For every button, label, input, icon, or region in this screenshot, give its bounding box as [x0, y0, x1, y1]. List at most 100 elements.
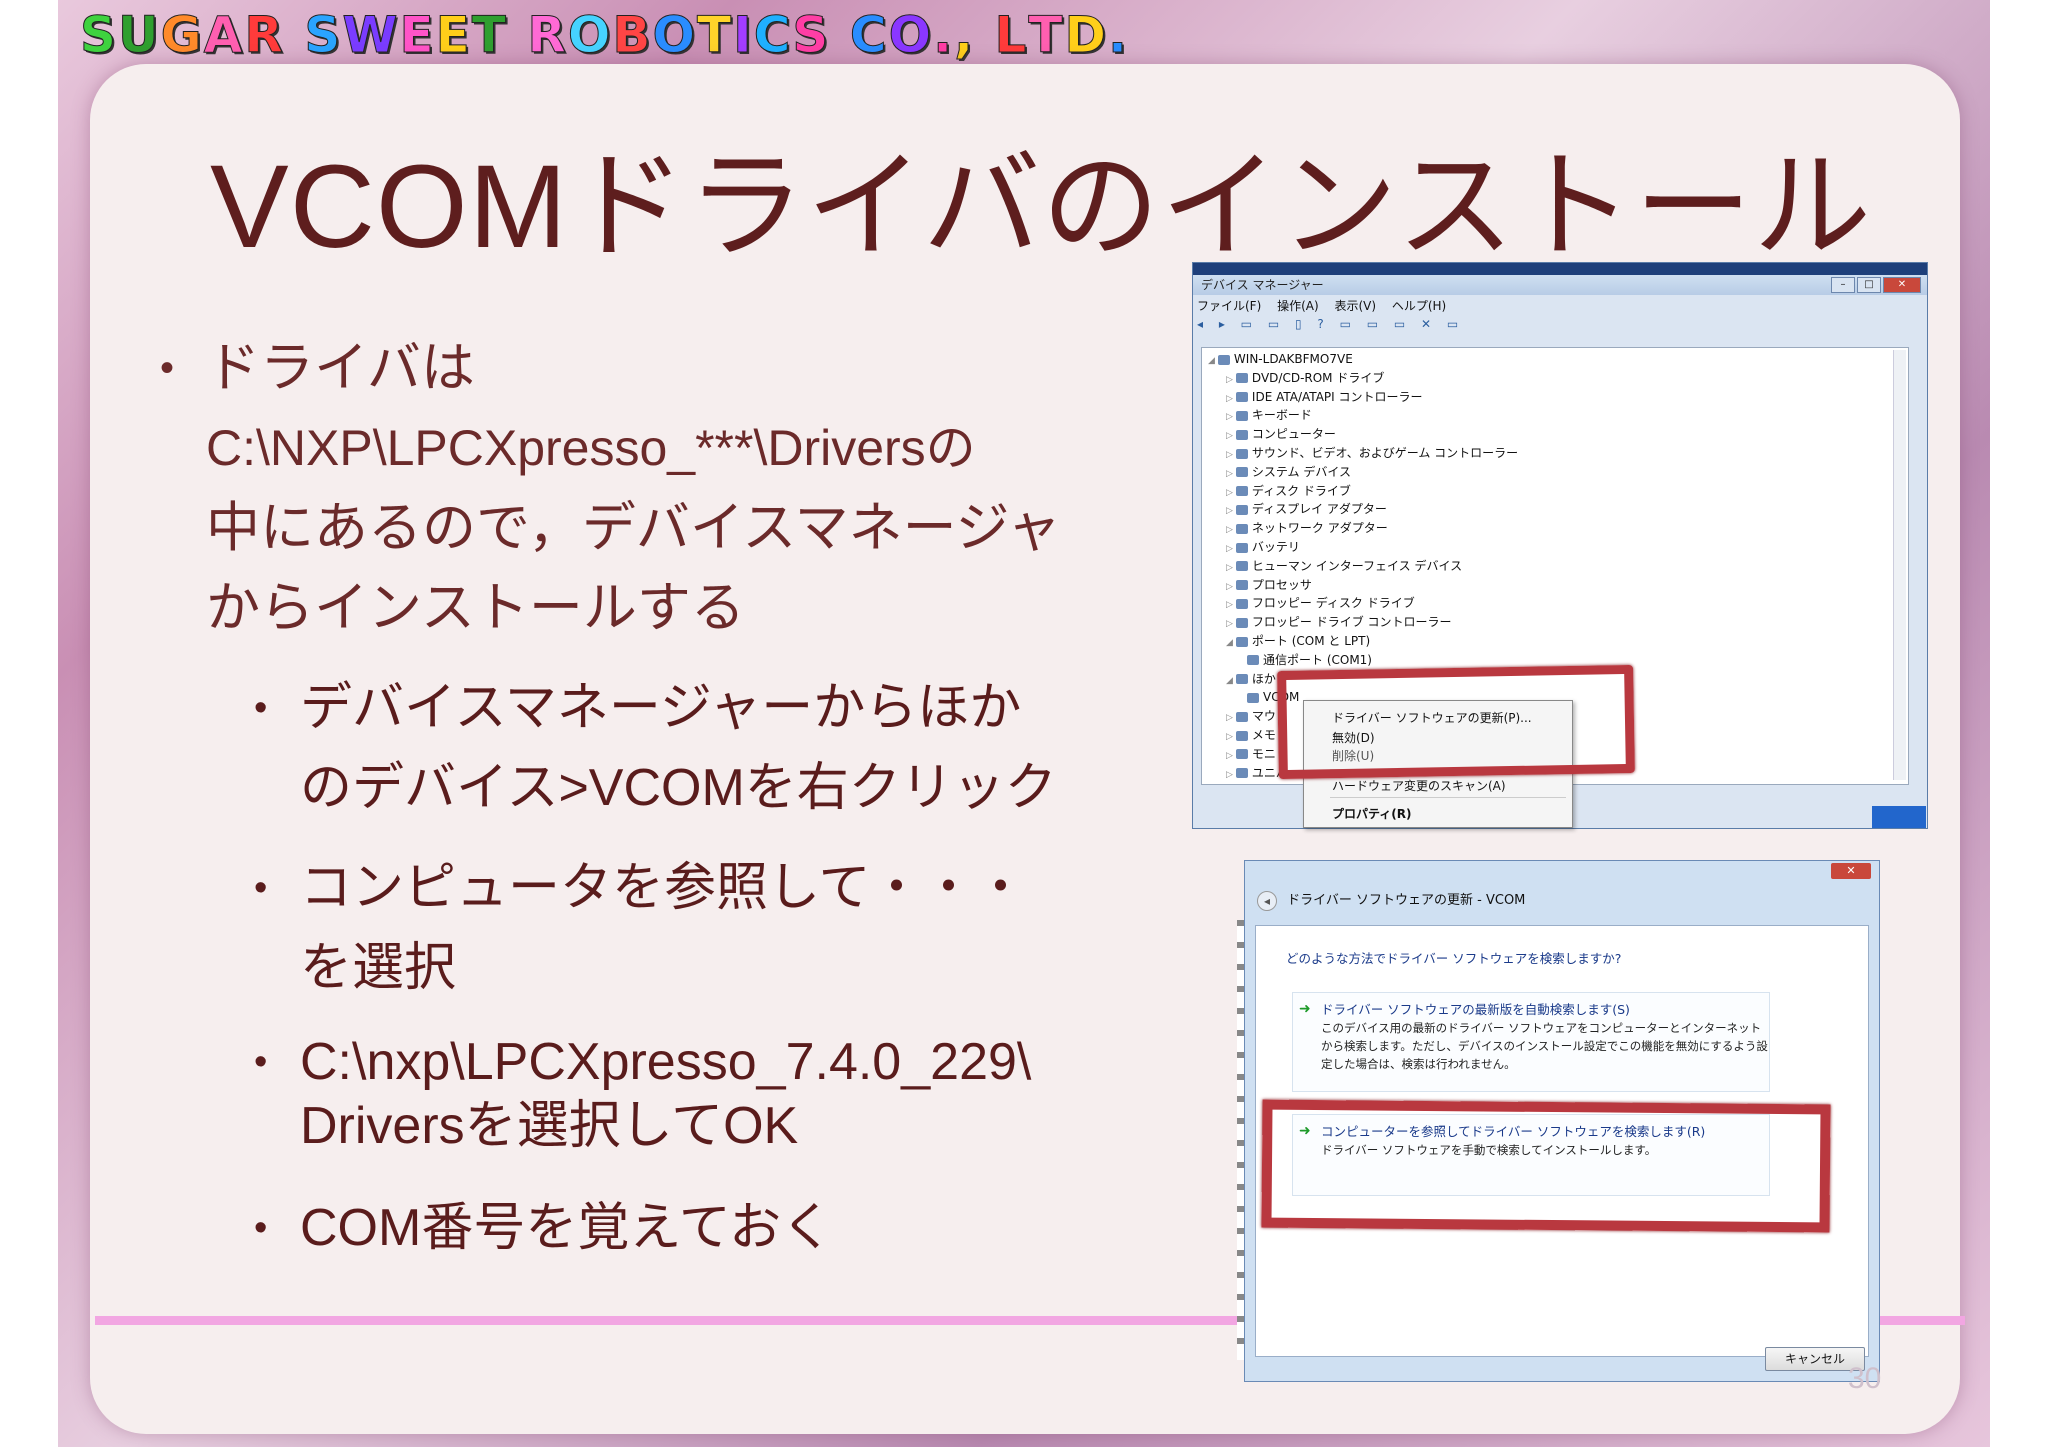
window-titlebar-strip	[1193, 263, 1927, 275]
toolbar[interactable]: ◂ ▸ ▭ ▭ ▯ ? ▭ ▭ ▭ ✕ ▭	[1197, 317, 1917, 335]
tree-item[interactable]: ▷ ヒューマン インターフェイス デバイス	[1226, 557, 1462, 575]
tree-item[interactable]: ▷ モニ	[1226, 745, 1276, 763]
expand-arrow-icon[interactable]: ▷	[1226, 619, 1233, 629]
expand-arrow-icon[interactable]: ▷	[1226, 450, 1233, 460]
tree-item[interactable]: ◢ ポート (COM と LPT)	[1226, 632, 1370, 650]
logo-letter: G	[160, 6, 204, 65]
expand-arrow-icon[interactable]: ▷	[1226, 525, 1233, 535]
highlight-box	[1261, 1099, 1831, 1233]
expand-arrow-icon[interactable]: ▷	[1226, 469, 1233, 479]
logo-letter: .	[933, 6, 955, 65]
tree-item-label: フロッピー ドライブ コントローラー	[1251, 615, 1452, 630]
tree-item-label: ディスク ドライブ	[1251, 483, 1351, 498]
menu-item-properties[interactable]: プロパティ(R)	[1332, 805, 1412, 822]
slide-title: VCOMドライバのインストール	[210, 141, 1873, 273]
tree-item[interactable]: ▷ バッテリ	[1226, 538, 1300, 556]
tree-item[interactable]: ▷ システム デバイス	[1226, 463, 1351, 481]
device-icon	[1235, 730, 1248, 741]
logo-letter	[975, 6, 994, 64]
device-icon	[1235, 504, 1248, 515]
device-icon	[1235, 580, 1248, 591]
tree-item-label: プロセッサ	[1251, 577, 1312, 592]
expand-arrow-icon[interactable]: ▷	[1226, 488, 1233, 498]
device-icon	[1235, 542, 1248, 553]
expand-arrow-icon[interactable]: ◢	[1226, 676, 1233, 686]
bullet-dot: •	[254, 867, 268, 909]
device-icon	[1235, 523, 1248, 534]
close-button[interactable]: ✕	[1883, 277, 1921, 293]
logo-letter: B	[612, 6, 653, 65]
scrollbar[interactable]	[1893, 350, 1906, 780]
maximize-button[interactable]: □	[1857, 277, 1881, 293]
bullet-dot: •	[160, 346, 175, 390]
logo-letter: O	[567, 6, 613, 65]
back-arrow-icon[interactable]: ◂	[1257, 890, 1277, 911]
expand-arrow-icon[interactable]: ▷	[1226, 751, 1233, 761]
tree-item[interactable]: ▷ IDE ATA/ATAPI コントローラー	[1226, 388, 1423, 406]
logo-letter: U	[118, 6, 161, 65]
tree-item[interactable]: ▷ フロッピー ディスク ドライブ	[1226, 594, 1415, 612]
logo-letter: C	[849, 6, 889, 65]
tree-item[interactable]: ▷ フロッピー ドライブ コントローラー	[1226, 613, 1452, 631]
highlight-box	[1277, 664, 1635, 780]
expand-arrow-icon[interactable]: ▷	[1226, 713, 1233, 723]
tree-item[interactable]: ▷ ディスク ドライブ	[1226, 482, 1351, 500]
logo-letter: W	[342, 6, 400, 65]
main-bullet-line: からインストールする	[206, 578, 745, 638]
tree-item-label: 通信ポート (COM1)	[1263, 652, 1372, 667]
tree-item[interactable]: ▷ ディスプレイ アダプター	[1226, 500, 1387, 518]
close-button[interactable]: ✕	[1831, 863, 1871, 879]
tree-item[interactable]: ▷ DVD/CD-ROM ドライブ	[1226, 369, 1384, 387]
expand-arrow-icon[interactable]: ▷	[1226, 582, 1233, 592]
tree-item[interactable]: ▷ プロセッサ	[1226, 576, 1312, 594]
expand-arrow-icon[interactable]: ◢	[1226, 638, 1233, 648]
logo-letter	[285, 6, 304, 64]
minimize-button[interactable]: –	[1831, 277, 1855, 293]
tree-item[interactable]: ◢ ほか	[1226, 670, 1276, 688]
expand-arrow-icon[interactable]: ▷	[1226, 770, 1233, 780]
logo-letter: O	[652, 6, 697, 65]
device-icon	[1235, 711, 1248, 722]
device-icon	[1235, 486, 1248, 497]
logo-letter: E	[435, 6, 472, 65]
menu-item-scan[interactable]: ハードウェア変更のスキャン(A)	[1332, 777, 1506, 794]
tree-item[interactable]: ▷ キーボード	[1226, 406, 1312, 424]
tree-item-label: キーボード	[1251, 408, 1312, 423]
sub-bullet-line: のデバイス>VCOMを右クリック	[300, 759, 1057, 817]
sub-bullet-line: C:\nxp\LPCXpresso_7.4.0_229\	[300, 1033, 1032, 1091]
page-number: 30	[1848, 1362, 1882, 1395]
device-icon	[1217, 354, 1230, 365]
expand-arrow-icon[interactable]: ▷	[1226, 431, 1233, 441]
expand-arrow-icon[interactable]: ▷	[1226, 563, 1233, 573]
expand-arrow-icon[interactable]: ▷	[1226, 544, 1233, 554]
logo-letter: A	[203, 6, 245, 65]
option-auto-search[interactable]: ➜ ドライバー ソフトウェアの最新版を自動検索します(S) このデバイス用の最新…	[1292, 992, 1770, 1092]
expand-arrow-icon[interactable]: ▷	[1226, 506, 1233, 516]
logo-letter: T	[471, 6, 508, 65]
expand-arrow-icon[interactable]: ▷	[1226, 732, 1233, 742]
tree-item-label: マウ	[1251, 709, 1276, 724]
device-icon	[1247, 655, 1259, 666]
logo-letter: ,	[954, 6, 976, 65]
tree-item[interactable]: ▷ コンピューター	[1226, 425, 1336, 443]
tree-item[interactable]: ▷ マウ	[1226, 707, 1276, 725]
green-arrow-icon: ➜	[1299, 1001, 1311, 1017]
logo-letter: D	[1064, 6, 1108, 65]
expand-arrow-icon[interactable]: ▷	[1226, 375, 1233, 385]
expand-arrow-icon[interactable]: ▷	[1226, 600, 1233, 610]
expand-arrow-icon[interactable]: ▷	[1226, 412, 1233, 422]
option-title: ドライバー ソフトウェアの最新版を自動検索します(S)	[1321, 1002, 1630, 1017]
expand-arrow-icon[interactable]: ◢	[1208, 356, 1215, 366]
tree-item[interactable]: ▷ サウンド、ビデオ、およびゲーム コントローラー	[1226, 444, 1518, 462]
menu-bar[interactable]: ファイル(F) 操作(A) 表示(V) ヘルプ(H)	[1197, 297, 1446, 314]
sub-bullet-4: • COM番号を覚えておく	[254, 1188, 833, 1268]
tree-item[interactable]: 通信ポート (COM1)	[1244, 651, 1372, 669]
expand-arrow-icon[interactable]: ▷	[1226, 394, 1233, 404]
sub-bullet-line: Driversを選択してOK	[300, 1097, 799, 1155]
window-title: デバイス マネージャー	[1201, 278, 1324, 292]
logo-letter: E	[399, 6, 436, 65]
tree-item-label: モニ	[1251, 746, 1276, 761]
tree-item[interactable]: ▷ ネットワーク アダプター	[1226, 519, 1388, 537]
tree-item[interactable]: ▷ メモ	[1226, 726, 1276, 744]
tree-item[interactable]: ◢ WIN-LDAKBFMO7VE	[1208, 350, 1353, 368]
